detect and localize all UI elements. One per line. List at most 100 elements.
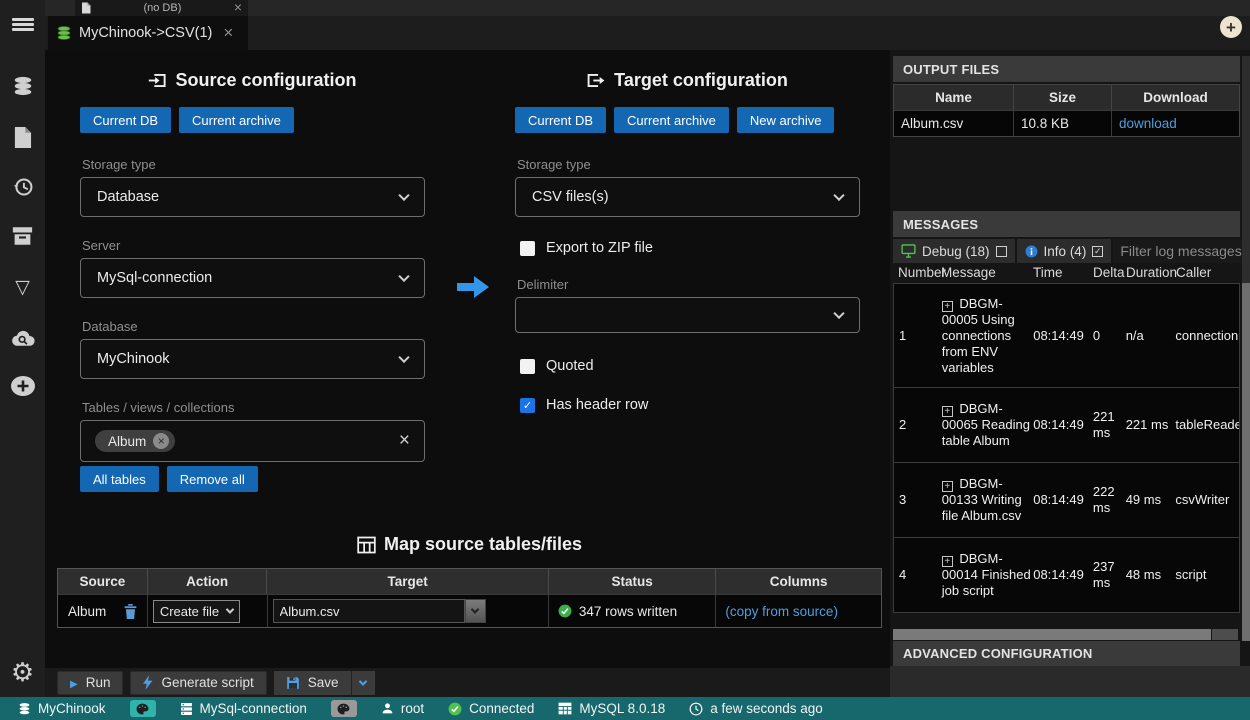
target-current-archive-button[interactable]: Current archive <box>614 107 729 133</box>
messages-header[interactable]: MESSAGES <box>893 211 1240 237</box>
new-tab-button[interactable] <box>1220 16 1242 38</box>
target-preset-buttons: Current DB Current archive New archive <box>515 107 834 133</box>
target-new-archive-button[interactable]: New archive <box>737 107 835 133</box>
tab-group-label: (no DB) <box>96 2 229 14</box>
remove-all-button[interactable]: Remove all <box>167 466 258 492</box>
target-storage-type-label: Storage type <box>517 157 591 172</box>
scrollbar-thumb[interactable] <box>893 629 1211 640</box>
source-database-select[interactable]: MyChinook <box>80 339 425 379</box>
target-file-dropdown-button[interactable] <box>465 599 486 623</box>
output-file-size: 10.8 KB <box>1014 110 1112 136</box>
panel-vertical-scrollbar[interactable] <box>1242 56 1250 640</box>
status-bar: MyChinook MySql-connection root Connecte… <box>0 697 1250 720</box>
run-button[interactable]: Run <box>57 671 123 695</box>
output-file-row: Album.csv 10.8 KB download <box>894 110 1239 136</box>
copy-from-source-link[interactable]: (copy from source) <box>725 604 838 619</box>
message-row[interactable]: 3 DBGM-00133 Writing file Album.csv 08:1… <box>893 463 1240 538</box>
target-config-title: Target configuration <box>515 70 860 91</box>
database-icon[interactable] <box>0 72 45 100</box>
message-row[interactable]: 4 DBGM-00014 Finished job script 08:14:4… <box>893 538 1240 613</box>
database-green-icon <box>56 25 72 41</box>
file-icon[interactable] <box>0 123 45 151</box>
source-current-archive-button[interactable]: Current archive <box>179 107 294 133</box>
statusbar-connection[interactable]: MySql-connection <box>180 701 307 716</box>
source-database-label: Database <box>82 319 138 334</box>
filter-log-input[interactable] <box>1113 239 1250 263</box>
checkbox-unchecked-icon <box>520 241 535 256</box>
chevron-down-icon <box>226 605 234 613</box>
output-files-header[interactable]: OUTPUT FILES <box>893 56 1240 82</box>
expand-icon[interactable] <box>942 481 953 492</box>
target-file-input[interactable] <box>273 599 465 623</box>
close-icon[interactable] <box>234 0 242 17</box>
filter-icon[interactable] <box>0 273 45 301</box>
statusbar-user: root <box>381 701 424 716</box>
map-table-header: Source Action Target Status Columns <box>58 569 881 594</box>
play-icon <box>70 675 78 690</box>
trash-icon[interactable] <box>124 604 137 619</box>
history-icon[interactable] <box>0 173 45 201</box>
table-icon <box>558 702 572 715</box>
expand-icon[interactable] <box>942 301 953 312</box>
save-button[interactable]: Save <box>274 671 351 695</box>
download-link[interactable]: download <box>1119 116 1177 131</box>
target-storage-type-select[interactable]: CSV files(s) <box>515 177 860 217</box>
source-storage-type-select[interactable]: Database <box>80 177 425 217</box>
menu-icon[interactable] <box>0 10 45 38</box>
source-server-label: Server <box>82 238 120 253</box>
source-server-select[interactable]: MySql-connection <box>80 258 425 298</box>
statusbar-database[interactable]: MyChinook <box>18 701 106 716</box>
database-icon <box>18 702 31 716</box>
delimiter-select[interactable] <box>515 297 860 333</box>
left-icon-bar <box>0 0 45 697</box>
source-current-db-button[interactable]: Current DB <box>80 107 171 133</box>
save-dropdown-button[interactable] <box>351 671 375 695</box>
arrow-right-icon <box>455 274 491 300</box>
expand-icon[interactable] <box>942 556 953 567</box>
tab-label: MyChinook->CSV(1) <box>79 25 212 41</box>
quoted-checkbox[interactable]: Quoted <box>520 358 594 374</box>
source-config-title: Source configuration <box>80 70 425 91</box>
chevron-down-icon <box>359 677 367 685</box>
advanced-configuration-header[interactable]: ADVANCED CONFIGURATION <box>893 641 1240 666</box>
message-row[interactable]: 2 DBGM-00065 Reading table Album 08:14:4… <box>893 388 1240 463</box>
delimiter-label: Delimiter <box>517 277 568 292</box>
all-tables-button[interactable]: All tables <box>80 466 159 492</box>
clear-all-icon[interactable] <box>399 430 410 452</box>
import-icon <box>148 71 167 90</box>
tab-mychinook-csv[interactable]: MyChinook->CSV(1) <box>48 16 248 50</box>
map-table-row: Album Create file 347 rows written <box>58 594 881 627</box>
file-icon <box>81 2 91 14</box>
messages-table-header: Number Message Time Delta Duration Calle… <box>893 263 1240 282</box>
debug-toggle[interactable]: Debug (18) <box>893 239 1015 263</box>
database-color-palette-button[interactable] <box>130 700 156 717</box>
expand-icon[interactable] <box>942 406 953 417</box>
connection-color-palette-button[interactable] <box>331 700 357 717</box>
export-icon <box>587 71 606 90</box>
settings-icon[interactable] <box>0 658 45 686</box>
close-icon[interactable] <box>223 24 233 43</box>
action-select[interactable]: Create file <box>153 600 240 623</box>
export-job-form: Source configuration Current DB Current … <box>45 50 890 697</box>
generate-script-button[interactable]: Generate script <box>130 671 266 695</box>
statusbar-version: MySQL 8.0.18 <box>558 701 665 716</box>
target-current-db-button[interactable]: Current DB <box>515 107 606 133</box>
palette-icon <box>337 703 350 715</box>
add-connection-icon[interactable] <box>0 372 45 400</box>
save-icon <box>286 676 300 690</box>
tab-bar: (no DB) MyChinook->CSV(1) <box>45 0 1250 50</box>
map-section-title: Map source tables/files <box>57 534 882 555</box>
messages-horizontal-scrollbar[interactable] <box>893 628 1240 640</box>
tab-group-no-db[interactable]: (no DB) <box>75 0 248 16</box>
scrollbar-thumb[interactable] <box>1242 283 1250 641</box>
remove-chip-icon[interactable] <box>153 433 169 449</box>
export-zip-checkbox[interactable]: Export to ZIP file <box>520 240 653 256</box>
info-toggle[interactable]: Info (4) <box>1017 239 1112 263</box>
table-chip[interactable]: Album <box>95 430 175 452</box>
message-row[interactable]: 1 DBGM-00005 Using connections from ENV … <box>893 283 1240 388</box>
has-header-row-checkbox[interactable]: Has header row <box>520 397 648 413</box>
archive-icon[interactable] <box>0 222 45 250</box>
cloud-search-icon[interactable] <box>0 323 45 351</box>
source-tables-multiselect[interactable]: Album <box>80 420 425 462</box>
tab-row: MyChinook->CSV(1) <box>45 16 1250 50</box>
